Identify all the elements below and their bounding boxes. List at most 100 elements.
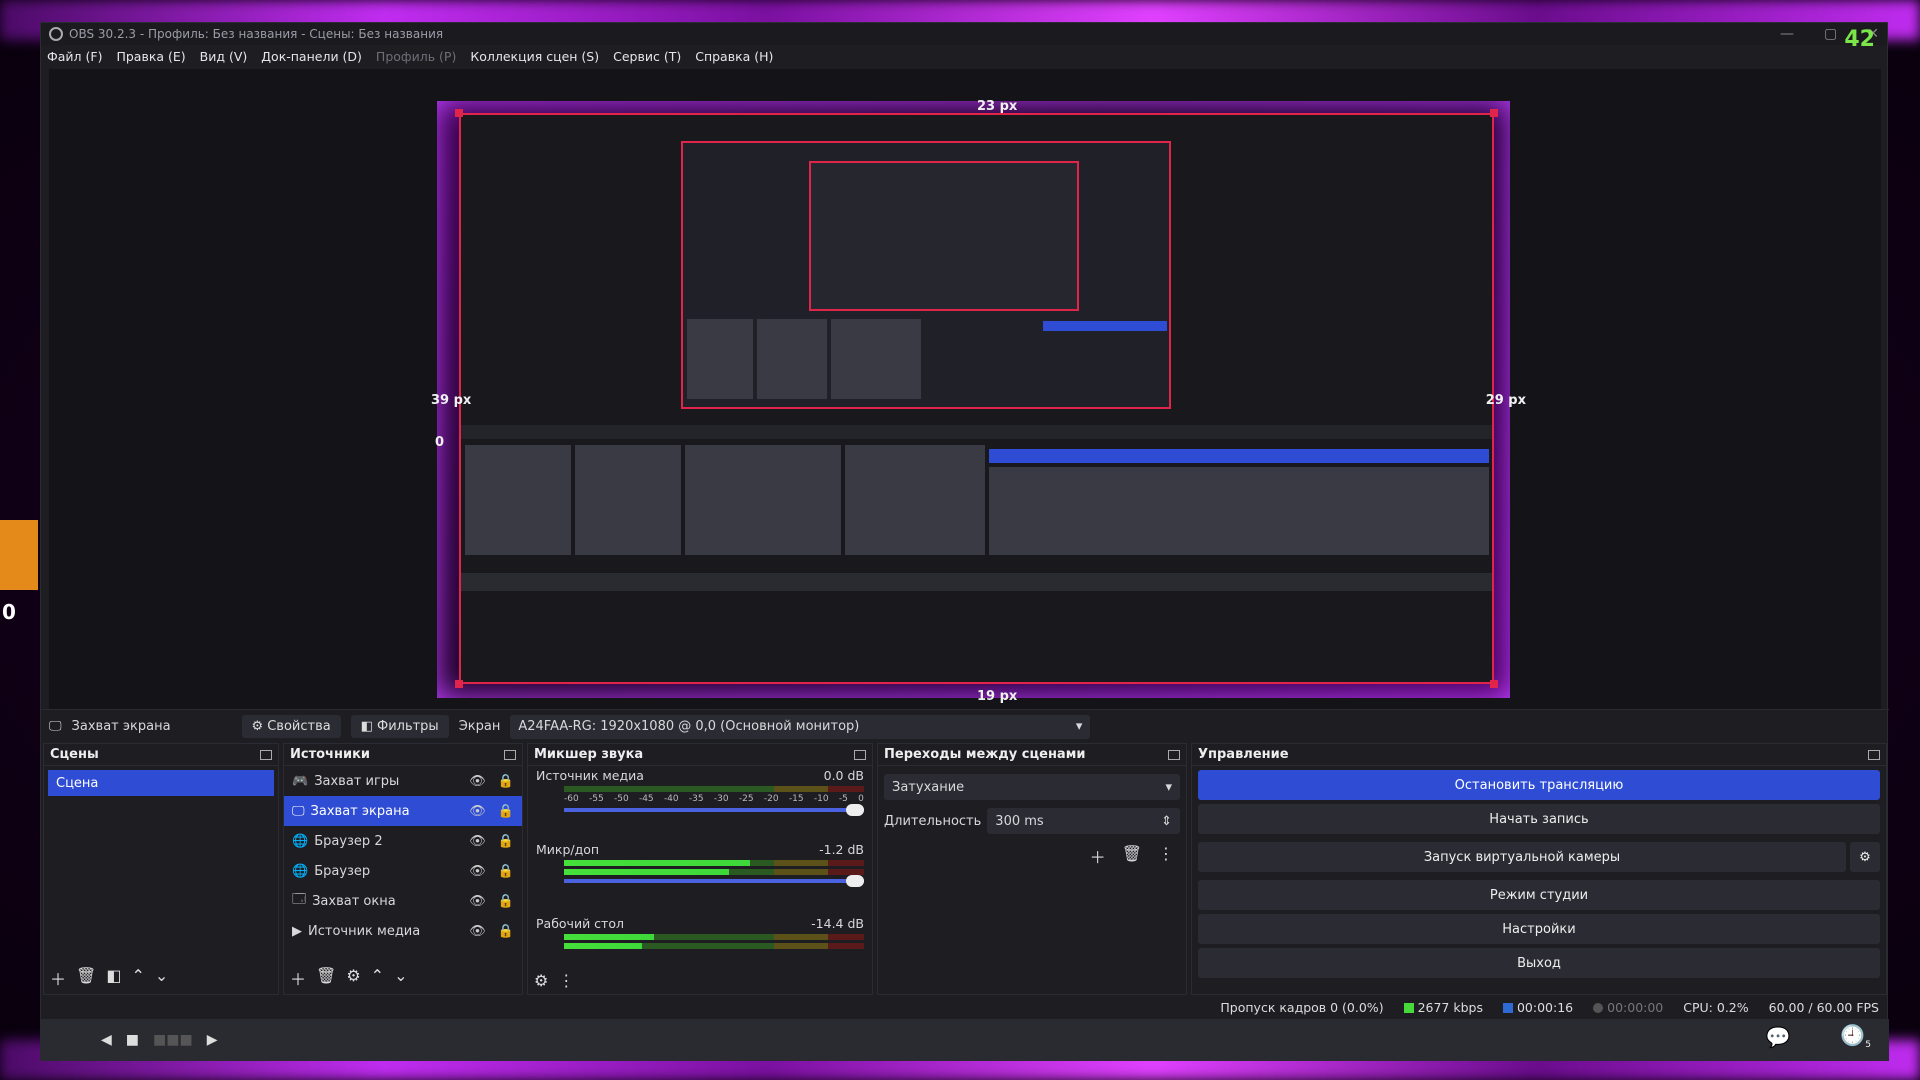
resize-handle-tr[interactable] [1490,109,1498,117]
filters-button[interactable]: ◧ Фильтры [350,715,449,738]
nested-bottom-strip [461,573,1492,591]
screen-label: Экран [458,719,501,734]
scenes-header: Сцены [44,744,278,766]
menu-help[interactable]: Справка (H) [695,49,773,64]
virtual-cam-settings-gear-icon[interactable]: ⚙ [1850,842,1880,872]
minimize-button[interactable]: — [1780,26,1794,42]
source-item[interactable]: 🗔 Захват окна 👁 🔒 [284,886,522,916]
history-icon[interactable]: 🕘5 [1840,1023,1871,1050]
start-record-button[interactable]: Начать запись [1198,804,1880,834]
lock-icon[interactable]: 🔒 [498,864,514,879]
undock-icon[interactable] [1868,749,1880,760]
undock-icon[interactable] [260,749,272,760]
exit-button[interactable]: Выход [1198,948,1880,978]
duration-input[interactable]: 300 ms ⇕ [987,808,1180,834]
volume-slider[interactable] [564,804,864,816]
slider-knob[interactable] [846,804,864,816]
nested-docks-sources [575,445,681,555]
undock-icon[interactable] [504,749,516,760]
more-icon[interactable]: ⋮ [1158,844,1174,868]
menu-tools[interactable]: Сервис (T) [613,49,681,64]
cpu-usage: CPU: 0.2% [1683,999,1749,1015]
slider-knob[interactable] [846,875,864,887]
eye-icon[interactable]: 👁 [469,804,486,819]
menu-docks[interactable]: Док-панели (D) [261,49,362,64]
resize-handle-bl[interactable] [455,680,463,688]
preview-canvas[interactable]: 23 px 39 px 0 29 px 19 px [431,99,1526,704]
eye-icon[interactable]: 👁 [469,774,486,789]
move-down-icon[interactable]: ⌄ [394,966,407,990]
move-up-icon[interactable]: ⌃ [371,966,384,990]
stop-stream-button[interactable]: Остановить трансляцию [1198,770,1880,800]
menu-scene-collection[interactable]: Коллекция сцен (S) [470,49,599,64]
transition-select[interactable]: Затухание ▾ [884,774,1180,800]
filter-icon[interactable]: ◧ [106,966,121,990]
nested-docks-transitions [845,445,985,555]
nested-docks-scenes [465,445,571,555]
selected-source-bounds[interactable] [459,113,1494,684]
channel-name: Рабочий стол [536,916,624,931]
controls-header: Управление [1192,744,1886,766]
display-value: A24FAA-RG: 1920x1080 @ 0,0 (Основной мон… [518,719,860,734]
next-icon[interactable]: ▶ [207,1032,218,1048]
lock-icon[interactable]: 🔒 [498,894,514,909]
source-item[interactable]: 🌐 Браузер 2 👁 🔒 [284,826,522,856]
resize-handle-br[interactable] [1490,680,1498,688]
maximize-button[interactable]: ▢ [1824,26,1837,42]
fps-overlay: 42 [1844,27,1875,52]
offset-label-bottom: 19 px [977,689,1018,704]
studio-mode-button[interactable]: Режим студии [1198,880,1880,910]
menu-file[interactable]: Файл (F) [47,49,102,64]
eye-icon[interactable]: 👁 [469,924,486,939]
move-up-icon[interactable]: ⌃ [131,966,144,990]
lock-icon[interactable]: 🔒 [498,834,514,849]
gear-icon[interactable]: ⚙ [534,971,548,990]
nested-mixer-thumb [831,319,921,399]
trash-icon[interactable]: 🗑 [316,966,336,990]
move-down-icon[interactable]: ⌄ [155,966,168,990]
scene-item[interactable]: Сцена [48,770,274,796]
nested-stop-button-thumb [1043,321,1167,331]
eye-icon[interactable]: 👁 [469,834,486,849]
trash-icon[interactable]: 🗑 [1122,844,1142,868]
virtual-cam-button[interactable]: Запуск виртуальной камеры [1198,842,1846,872]
trash-icon[interactable]: 🗑 [76,966,96,990]
menu-edit[interactable]: Правка (E) [116,49,185,64]
stream-time: 00:00:16 [1516,999,1574,1015]
meter-scale: -60 -55 -50 -45 -40 -35 -30 -25 -20 -15 -10 -5 0 [564,794,864,804]
menu-view[interactable]: Вид (V) [200,49,248,64]
lock-icon[interactable]: 🔒 [498,774,514,789]
lock-icon[interactable]: 🔒 [498,804,514,819]
chat-icon[interactable]: 💬 [1765,1025,1790,1049]
source-item[interactable]: 🌐 Браузер 👁 🔒 [284,856,522,886]
menu-profile[interactable]: Профиль (P) [376,49,456,64]
add-icon[interactable]: ＋ [1090,844,1106,868]
previous-icon[interactable]: ◀ [101,1032,112,1048]
gear-icon[interactable]: ⚙ [346,966,360,990]
mixer-dock: Микшер звука Источник медиа 0.0 dB -60 -55… [527,743,873,995]
undock-icon[interactable] [1168,749,1180,760]
stop-icon[interactable]: ■ [126,1032,139,1048]
volume-slider[interactable] [564,875,864,887]
lock-icon[interactable]: 🔒 [498,924,514,939]
volume-meter [564,943,864,949]
add-icon[interactable]: ＋ [290,966,306,990]
undock-icon[interactable] [854,749,866,760]
more-icon[interactable]: ⋮ [558,971,574,990]
gear-icon: ⚙ [251,719,264,734]
source-item[interactable]: 🖵 Захват экрана 👁 🔒 [284,796,522,826]
eye-icon[interactable]: 👁 [469,864,486,879]
properties-button[interactable]: ⚙ Свойства [241,715,341,738]
eye-icon[interactable]: 👁 [469,894,486,909]
settings-button[interactable]: Настройки [1198,914,1880,944]
preview-area[interactable]: 23 px 39 px 0 29 px 19 px [49,69,1881,709]
display-select[interactable]: A24FAA-RG: 1920x1080 @ 0,0 (Основной мон… [510,714,1091,739]
controls-title: Управление [1198,747,1289,762]
source-item[interactable]: ▶ Источник медиа 👁 🔒 [284,916,522,946]
spin-icon[interactable]: ⇕ [1161,814,1172,829]
channel-db: -14.4 dB [811,916,864,931]
add-icon[interactable]: ＋ [50,966,66,990]
play-icon: ▶ [292,923,302,939]
source-item[interactable]: 🎮 Захват игры 👁 🔒 [284,766,522,796]
resize-handle-tl[interactable] [455,109,463,117]
